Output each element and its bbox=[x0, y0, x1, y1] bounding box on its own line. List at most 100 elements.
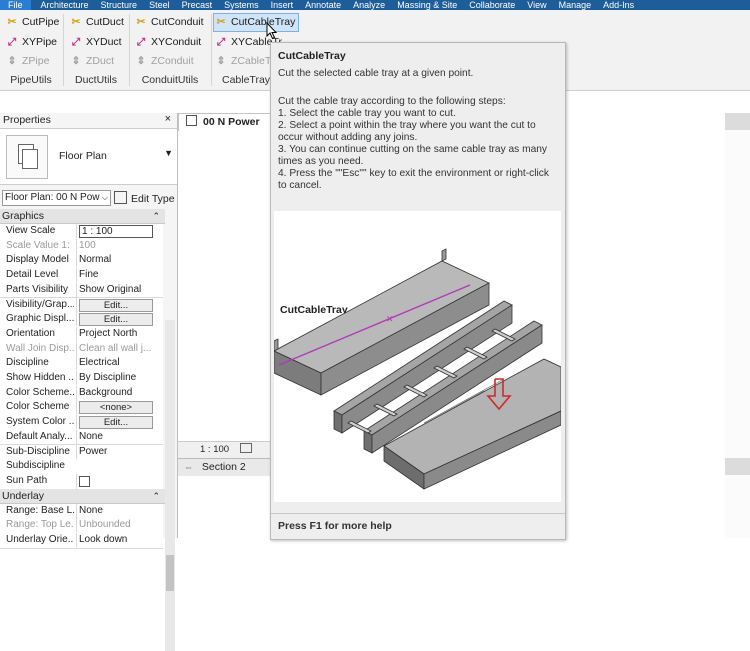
property-key: Visibility/Grap... bbox=[6, 298, 74, 310]
property-key: Range: Base L... bbox=[6, 504, 74, 516]
property-value[interactable]: By Discipline bbox=[76, 371, 163, 385]
property-value[interactable]: Look down bbox=[76, 533, 163, 547]
property-row: Color Scheme <none> bbox=[0, 400, 163, 417]
menu-massing-site[interactable]: Massing & Site bbox=[397, 0, 463, 10]
menu-systems[interactable]: Systems bbox=[224, 0, 265, 10]
menu-steel[interactable]: Steel bbox=[149, 0, 176, 10]
property-row: Color Scheme... Background bbox=[0, 385, 163, 402]
property-value[interactable]: Edit... bbox=[76, 312, 163, 327]
property-row: Range: Base L... None bbox=[0, 503, 163, 520]
property-value[interactable]: Power bbox=[76, 444, 163, 459]
z-cable-tray-button[interactable]: ⇕ ZCableTr bbox=[214, 53, 275, 70]
property-value[interactable]: Fine bbox=[76, 268, 163, 283]
collapse-icon[interactable]: ⌃ bbox=[152, 489, 160, 503]
menu-structure[interactable]: Structure bbox=[101, 0, 144, 10]
cut-cable-tray-button[interactable]: ✂ CutCableTray bbox=[213, 13, 300, 32]
detail-level-icon[interactable] bbox=[239, 443, 252, 453]
property-value[interactable]: Show Original bbox=[76, 282, 163, 297]
property-edit-button[interactable]: Edit... bbox=[79, 416, 153, 430]
svg-text:✕: ✕ bbox=[386, 315, 394, 325]
property-edit-button[interactable]: Edit... bbox=[79, 298, 153, 312]
tooltip-line: 4. Press the ""Esc"" key to exit the env… bbox=[278, 168, 549, 179]
help-hint: Press F1 for more help bbox=[278, 520, 392, 532]
property-key: Discipline bbox=[6, 357, 49, 369]
menu-annotate[interactable]: Annotate bbox=[305, 0, 347, 10]
property-value[interactable]: Edit... bbox=[76, 415, 163, 430]
menu-architecture[interactable]: Architecture bbox=[41, 0, 95, 10]
property-value[interactable]: None bbox=[76, 503, 163, 518]
z-icon: ⇕ bbox=[71, 55, 81, 67]
view-icon bbox=[186, 115, 197, 126]
property-value[interactable]: None bbox=[76, 429, 163, 444]
xy-duct-button[interactable]: ⤢ XYDuct bbox=[69, 34, 122, 51]
section-header[interactable]: Underlay ⌃ bbox=[0, 488, 165, 504]
property-row: View Scale 1 : 100 bbox=[0, 224, 163, 240]
tooltip-footer: Press F1 for more help bbox=[271, 513, 565, 540]
property-row: Wall Join Disp... Clean all wall j... bbox=[0, 341, 163, 358]
menu-analyze[interactable]: Analyze bbox=[353, 0, 391, 10]
sun-path-checkbox[interactable] bbox=[79, 475, 90, 487]
section-header-label: Graphics bbox=[2, 210, 45, 222]
property-key: Detail Level bbox=[6, 269, 59, 281]
view-tab[interactable]: 00 N Power bbox=[178, 113, 275, 132]
z-duct-button[interactable]: ⇕ ZDuct bbox=[69, 53, 114, 70]
menu-insert[interactable]: Insert bbox=[271, 0, 300, 10]
z-pipe-button[interactable]: ⇕ ZPipe bbox=[5, 53, 50, 70]
cut-duct-button[interactable]: ✂ CutDuct bbox=[69, 14, 124, 31]
scissors-icon: ✂ bbox=[71, 16, 81, 28]
z-icon: ⇕ bbox=[136, 55, 146, 67]
xy-arrow-icon: ⤢ bbox=[71, 36, 81, 48]
menu-precast[interactable]: Precast bbox=[182, 0, 219, 10]
menu-view[interactable]: View bbox=[527, 0, 552, 10]
property-key: View Scale bbox=[6, 225, 56, 236]
tooltip-line: to cancel. bbox=[278, 180, 322, 191]
menu-manage[interactable]: Manage bbox=[559, 0, 598, 10]
xy-arrow-icon: ⤢ bbox=[7, 36, 17, 48]
cut-conduit-button[interactable]: ✂ CutConduit bbox=[134, 14, 204, 31]
tooltip-line: times as you need. bbox=[278, 156, 364, 167]
collapse-icon[interactable]: ⌃ bbox=[152, 209, 160, 223]
property-input[interactable]: 1 : 100 bbox=[79, 225, 153, 238]
tooltip-line: 2. Select a point within the tray where … bbox=[278, 120, 536, 131]
section-header[interactable]: Graphics ⌃ bbox=[0, 209, 165, 224]
property-row: System Color ... Edit... bbox=[0, 415, 163, 431]
property-value[interactable]: 1 : 100 bbox=[76, 224, 163, 238]
xy-conduit-button[interactable]: ⤢ XYConduit bbox=[134, 34, 201, 51]
close-icon[interactable]: × bbox=[165, 113, 171, 125]
z-conduit-button[interactable]: ⇕ ZConduit bbox=[134, 53, 194, 70]
menu-add-ins[interactable]: Add-Ins bbox=[603, 0, 640, 10]
property-value[interactable]: Background bbox=[76, 385, 163, 400]
property-value[interactable]: Electrical bbox=[76, 356, 163, 371]
property-value[interactable]: Normal bbox=[76, 253, 163, 268]
instance-filter-dropdown[interactable]: Floor Plan: 00 N Pow ⌵ bbox=[2, 190, 111, 206]
chevron-down-icon[interactable]: ▼ bbox=[164, 148, 173, 158]
edit-type-button[interactable]: Edit Type bbox=[114, 191, 175, 205]
section-2-tab[interactable]: ⇔ Section 2 bbox=[178, 458, 273, 476]
section-view-icon: ⇔ bbox=[184, 462, 193, 472]
property-value[interactable]: <none> bbox=[76, 400, 163, 415]
menu-file[interactable]: File bbox=[0, 0, 31, 10]
tab-ghost bbox=[725, 113, 750, 130]
property-edit-button[interactable]: Edit... bbox=[79, 313, 153, 327]
drawing-canvas[interactable] bbox=[178, 131, 273, 441]
property-row: Discipline Electrical bbox=[0, 356, 163, 372]
property-row: Parts Visibility Show Original bbox=[0, 282, 163, 299]
property-value[interactable] bbox=[76, 473, 163, 489]
type-selector[interactable]: Floor Plan ▼ bbox=[0, 128, 177, 185]
chevron-down-icon: ⌵ bbox=[101, 193, 108, 202]
cut-pipe-button[interactable]: ✂ CutPipe bbox=[5, 14, 60, 31]
properties-scrollbar[interactable] bbox=[165, 320, 175, 651]
property-value[interactable]: Edit... bbox=[76, 297, 163, 312]
property-edit-button[interactable]: <none> bbox=[79, 401, 153, 415]
xy-pipe-button[interactable]: ⤢ XYPipe bbox=[5, 34, 57, 51]
property-row: Scale Value 1: 100 bbox=[0, 238, 163, 255]
menu-collaborate[interactable]: Collaborate bbox=[469, 0, 521, 10]
view-scale[interactable]: 1 : 100 bbox=[200, 444, 229, 455]
tooltip-line: 1. Select the cable tray you want to cut… bbox=[278, 108, 456, 119]
property-value[interactable]: Project North bbox=[76, 326, 163, 341]
section-header-label: Underlay bbox=[2, 489, 45, 502]
tooltip-line: 3. You can continue cutting on the same … bbox=[278, 144, 548, 155]
property-row: Sun Path bbox=[0, 473, 163, 490]
scrollbar-thumb[interactable] bbox=[166, 555, 174, 591]
tooltip-line: Cut the cable tray according to the foll… bbox=[278, 96, 506, 107]
